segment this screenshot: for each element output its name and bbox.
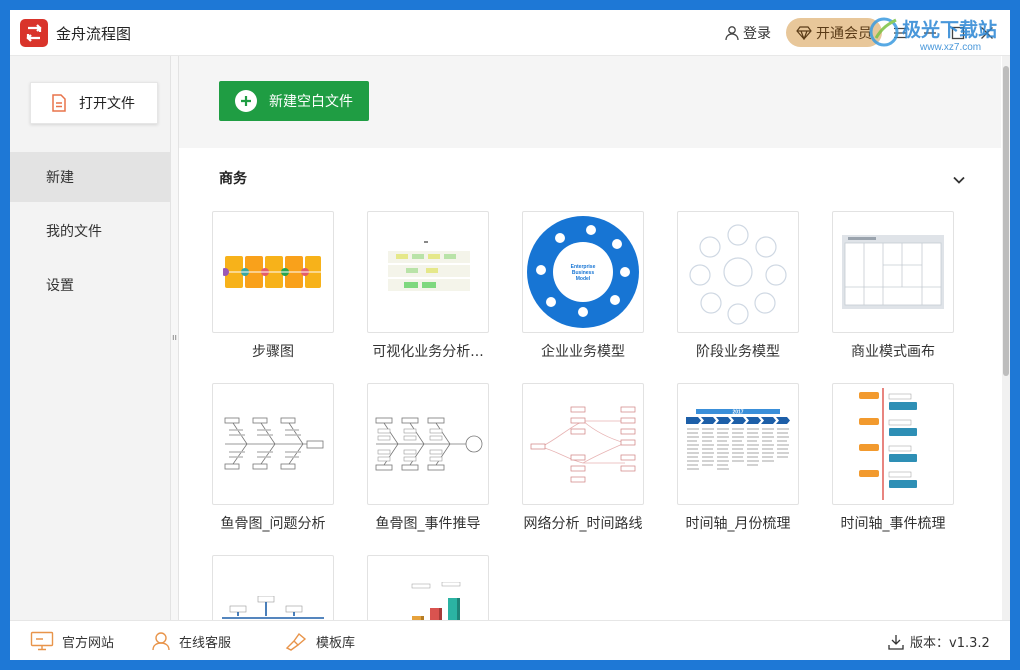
template-label: 可视化业务分析... <box>372 344 484 360</box>
scrollbar-thumb[interactable] <box>1003 66 1009 376</box>
template-thumbnail <box>212 555 334 620</box>
online-service-label: 在线客服 <box>179 635 232 651</box>
chevron-down-icon[interactable] <box>953 169 965 188</box>
open-file-label: 打开文件 <box>79 96 135 112</box>
plus-icon <box>235 90 257 112</box>
timeline-year-text: 2017 <box>732 410 743 416</box>
template-thumbnail <box>522 383 644 505</box>
main-content: 新建空白文件 商务 步骤图 可视化业务分析... Enterprise Busi… <box>179 56 1010 620</box>
monitor-icon <box>30 631 54 651</box>
template-thumbnail <box>212 211 334 333</box>
sidebar-item-new[interactable]: 新建 <box>10 152 170 202</box>
template-thumbnail <box>832 211 954 333</box>
template-label: 商业模式画布 <box>851 344 935 360</box>
new-blank-file-button[interactable]: 新建空白文件 <box>219 81 369 121</box>
version-label: 版本：v1.3.2 <box>910 636 990 651</box>
online-service-link[interactable]: 在线客服 <box>151 630 231 652</box>
watermark-logo: 极光下载站 www.xz7.com <box>869 17 997 53</box>
template-label: 鱼骨图_事件推导 <box>375 516 481 532</box>
template-thumbnail <box>367 211 489 333</box>
template-card[interactable]: 2017 时间轴_月份梳理 <box>677 383 799 533</box>
template-card[interactable] <box>367 555 489 620</box>
template-library-icon <box>285 632 307 651</box>
template-card[interactable]: 时间轴_事件梳理 <box>832 383 954 533</box>
sidebar-item-settings[interactable]: 设置 <box>10 260 170 310</box>
template-card[interactable]: 鱼骨图_问题分析 <box>212 383 334 533</box>
template-thumbnail: 2017 <box>677 383 799 505</box>
template-thumbnail <box>367 383 489 505</box>
template-label: 鱼骨图_问题分析 <box>220 516 326 532</box>
open-file-button[interactable]: 打开文件 <box>30 82 158 124</box>
app-logo-icon <box>20 19 48 47</box>
template-card[interactable]: 可视化业务分析... <box>367 211 489 361</box>
file-icon <box>52 94 66 112</box>
login-label: 登录 <box>743 26 771 42</box>
official-website-link[interactable]: 官方网站 <box>30 630 114 652</box>
template-thumbnail <box>832 383 954 505</box>
watermark-url: www.xz7.com <box>919 42 981 53</box>
download-icon <box>888 634 904 650</box>
diamond-icon <box>796 25 812 40</box>
title-bar: 金舟流程图 登录 开通会员 <box>10 10 1010 56</box>
template-label: 网络分析_时间路线 <box>523 516 643 532</box>
sidebar-item-label: 我的文件 <box>46 224 102 240</box>
sidebar: 打开文件 新建 我的文件 设置 <box>10 56 170 620</box>
template-card[interactable]: 网络分析_时间路线 <box>522 383 644 533</box>
template-card[interactable]: Enterprise Business Model 企业业务模型 <box>522 211 644 361</box>
template-card[interactable]: 鱼骨图_事件推导 <box>367 383 489 533</box>
footer-bar: 官方网站 在线客服 模板库 版本：v1.3.2 <box>10 620 1010 660</box>
template-thumbnail: Enterprise Business Model <box>522 211 644 333</box>
template-label: 阶段业务模型 <box>696 344 780 360</box>
template-card[interactable]: 商业模式画布 <box>832 211 954 361</box>
vip-label: 开通会员 <box>816 25 872 42</box>
template-label: 时间轴_事件梳理 <box>840 516 946 532</box>
scrollbar[interactable] <box>1002 56 1010 620</box>
section-title: 商务 <box>219 171 247 187</box>
template-thumbnail <box>367 555 489 620</box>
sidebar-item-my-files[interactable]: 我的文件 <box>10 206 170 256</box>
customer-service-icon <box>152 632 170 651</box>
template-card[interactable]: 阶段业务模型 <box>677 211 799 361</box>
template-label: 企业业务模型 <box>541 344 625 360</box>
template-library-label: 模板库 <box>316 635 356 651</box>
app-window: 金舟流程图 登录 开通会员 打开文件 新建 我的文件 设置 ıı 新建空白文件 … <box>10 10 1010 660</box>
template-thumbnail <box>677 211 799 333</box>
template-library-link[interactable]: 模板库 <box>284 630 355 652</box>
sidebar-item-label: 新建 <box>46 170 74 186</box>
svg-text:Model: Model <box>576 276 591 282</box>
sidebar-item-label: 设置 <box>46 278 74 294</box>
template-label: 时间轴_月份梳理 <box>685 516 791 532</box>
panel-splitter[interactable]: ıı <box>170 56 179 620</box>
official-website-label: 官方网站 <box>62 635 115 651</box>
user-icon <box>725 26 739 41</box>
action-band: 新建空白文件 <box>179 56 1001 148</box>
watermark-text: 极光下载站 <box>902 18 997 41</box>
new-blank-file-label: 新建空白文件 <box>269 94 353 110</box>
template-thumbnail <box>212 383 334 505</box>
template-label: 步骤图 <box>252 344 294 360</box>
login-button[interactable]: 登录 <box>724 22 771 44</box>
app-title: 金舟流程图 <box>56 25 132 43</box>
template-card[interactable] <box>212 555 334 620</box>
version-info[interactable]: 版本：v1.3.2 <box>888 632 990 651</box>
template-card[interactable]: 步骤图 <box>212 211 334 361</box>
